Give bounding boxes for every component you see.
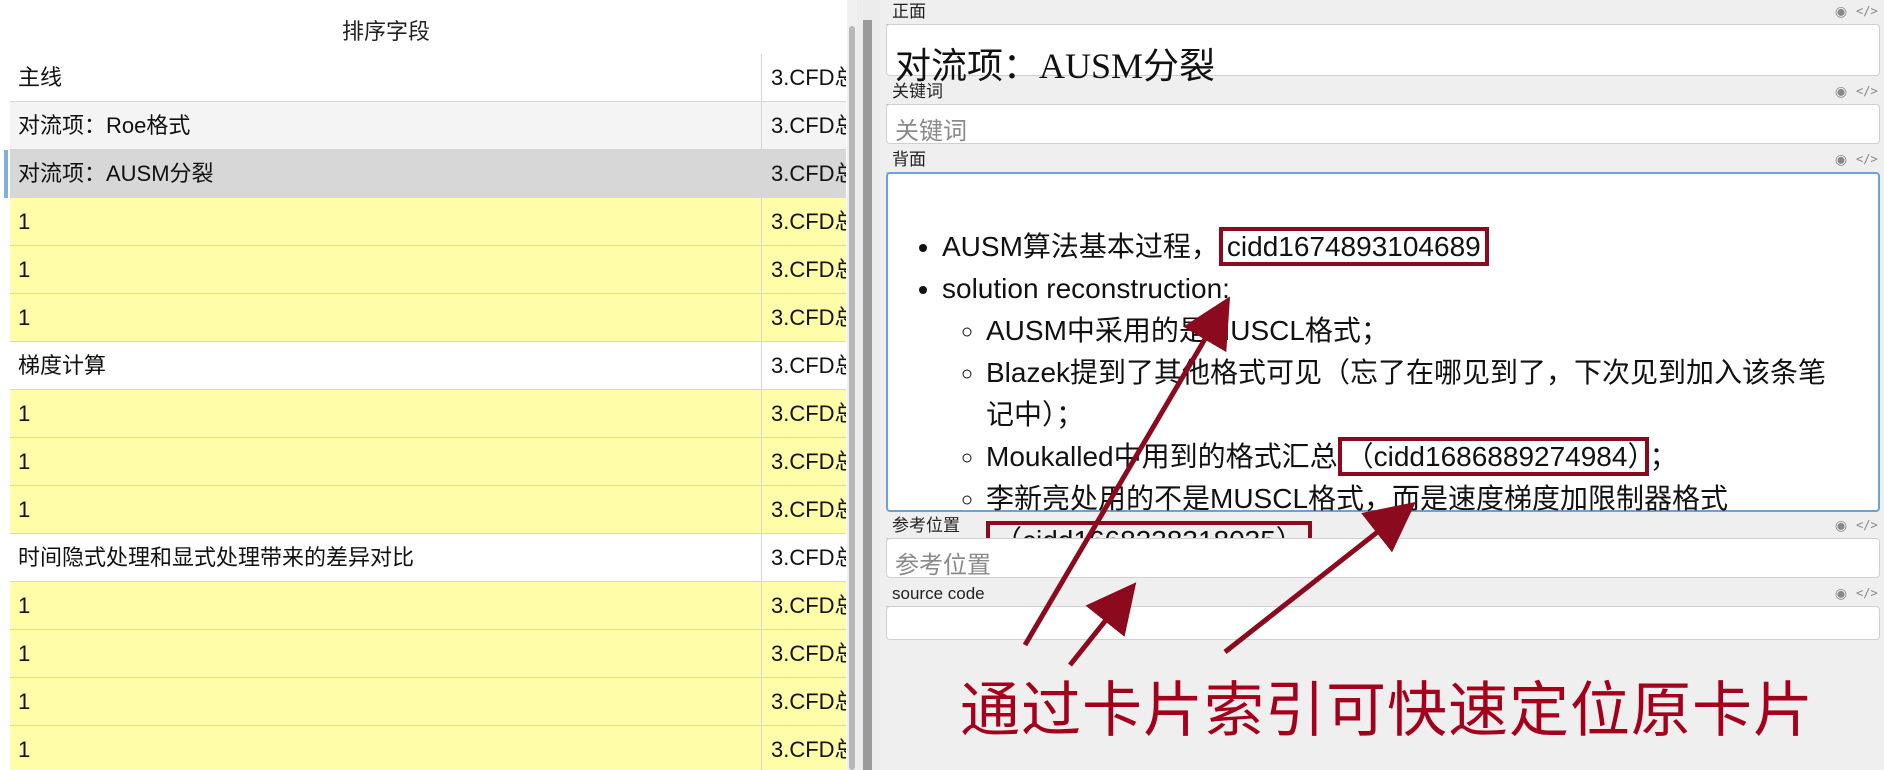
splitter-grip[interactable]: [863, 20, 872, 770]
card-reference-link[interactable]: cidd1674893104689: [1218, 227, 1489, 266]
cell-deck: 3.CFD总: [771, 737, 846, 762]
field-label-front: 正面 ◉ </>: [886, 0, 1878, 25]
cell-sort-field: 主线: [10, 54, 762, 102]
cell-sort-field: 梯度计算: [10, 342, 762, 390]
cell-deck: 3.CFD总: [771, 401, 846, 426]
table-scrollbar[interactable]: [847, 0, 857, 770]
eye-icon[interactable]: ◉: [1832, 517, 1850, 533]
list-item-text: 李新亮处用的不是MUSCL格式，而是速度梯度加限制器格式: [986, 483, 1729, 514]
cell-deck: 3.CFD总: [771, 257, 846, 282]
html-editor-icon[interactable]: </>: [1856, 151, 1878, 167]
sub-list-item: Blazek提到了其他格式可见（忘了在哪见到了，下次见到加入该条笔记中）；: [986, 352, 1852, 436]
cell-deck: 3.CFD总: [771, 545, 846, 570]
cell-sort-field: 1: [10, 582, 762, 630]
annotation-caption: 通过卡片索引可快速定位原卡片: [960, 676, 1814, 746]
field-label-reference: 参考位置 ◉ </>: [886, 514, 1878, 539]
cell-sort-field: 对流项：AUSM分裂: [10, 150, 762, 198]
cell-deck: 3.CFD总: [771, 305, 846, 330]
cell-deck: 3.CFD总: [771, 689, 846, 714]
html-editor-icon[interactable]: </>: [1856, 83, 1878, 99]
list-item-text: ；: [1649, 441, 1678, 472]
sub-list-item: Moukalled中用到的格式汇总（cidd1686889274984）；: [986, 436, 1852, 478]
back-field[interactable]: AUSM算法基本过程，cidd1674893104689 solution re…: [886, 172, 1880, 560]
field-label-source-code: source code ◉ </>: [886, 582, 1878, 607]
cell-sort-field: 1: [10, 294, 762, 342]
table-row[interactable]: 1 3.CFD总: [10, 198, 846, 246]
field-label-back: 背面 ◉ </>: [886, 148, 1878, 173]
table-row[interactable]: 1 3.CFD总: [10, 246, 846, 294]
eye-icon[interactable]: ◉: [1832, 585, 1850, 601]
table-header: 排序字段: [10, 10, 846, 54]
field-name: 关键词: [892, 82, 943, 101]
table-row[interactable]: 1 3.CFD总: [10, 438, 846, 486]
cell-sort-field: 1: [10, 198, 762, 246]
table-row[interactable]: 1 3.CFD总: [10, 678, 846, 726]
field-name: 正面: [892, 2, 926, 21]
column-header-deck[interactable]: [763, 10, 846, 54]
card-reference-link[interactable]: （cidd1686889274984）: [1337, 437, 1650, 476]
table-row[interactable]: 1 3.CFD总: [10, 294, 846, 342]
front-field[interactable]: 对流项：AUSM分裂: [886, 24, 1880, 86]
column-header-sort-field[interactable]: 排序字段: [10, 10, 762, 54]
table-row[interactable]: 时间隐式处理和显式处理带来的差异对比 3.CFD总: [10, 534, 846, 582]
eye-icon[interactable]: ◉: [1832, 3, 1850, 19]
cell-deck: 3.CFD总: [771, 113, 846, 138]
cell-deck: 3.CFD总: [771, 353, 846, 378]
note-editor: 正面 ◉ </> 对流项：AUSM分裂 关键词 ◉ </> 关键词 背面 ◉ <…: [880, 0, 1884, 770]
table-row[interactable]: 1 3.CFD总: [10, 630, 846, 678]
cell-sort-field: 对流项：Roe格式: [10, 102, 762, 150]
list-item: AUSM算法基本过程，cidd1674893104689: [942, 226, 1852, 268]
field-name: 背面: [892, 150, 926, 169]
list-item-text: AUSM算法基本过程，: [942, 231, 1219, 262]
reference-placeholder: 参考位置: [895, 552, 991, 579]
card-browser-table: 排序字段 主线 3.CFD总 对流项：Roe格式 3.CFD总 对流项：AUSM分裂 3.…: [0, 0, 857, 770]
cell-sort-field: 1: [10, 390, 762, 438]
cell-sort-field: 1: [10, 726, 762, 770]
cell-deck: 3.CFD总: [771, 209, 846, 234]
table-row[interactable]: 对流项：AUSM分裂 3.CFD总: [4, 150, 846, 198]
cell-deck: 3.CFD总: [771, 593, 846, 618]
eye-icon[interactable]: ◉: [1832, 83, 1850, 99]
table-row[interactable]: 1 3.CFD总: [10, 582, 846, 630]
list-item-text: Moukalled中用到的格式汇总: [986, 441, 1338, 472]
table-row[interactable]: 1 3.CFD总: [10, 390, 846, 438]
table-row[interactable]: 对流项：Roe格式 3.CFD总: [10, 102, 846, 150]
sub-list-item: AUSM中采用的是MUSCL格式；: [986, 310, 1852, 352]
cell-sort-field: 1: [10, 678, 762, 726]
cell-deck: 3.CFD总: [771, 65, 846, 90]
scrollbar-thumb[interactable]: [849, 26, 855, 770]
cell-sort-field: 时间隐式处理和显式处理带来的差异对比: [10, 534, 762, 582]
html-editor-icon[interactable]: </>: [1856, 3, 1878, 19]
list-item-text: solution reconstruction:: [942, 273, 1230, 304]
cell-sort-field: 1: [10, 630, 762, 678]
html-editor-icon[interactable]: </>: [1856, 517, 1878, 533]
pane-splitter[interactable]: [857, 0, 880, 770]
reference-field[interactable]: 参考位置: [886, 538, 1880, 579]
field-name: source code: [892, 584, 985, 603]
cell-deck: 3.CFD总: [771, 497, 846, 522]
table-row[interactable]: 1 3.CFD总: [10, 486, 846, 534]
cell-sort-field: 1: [10, 438, 762, 486]
html-editor-icon[interactable]: </>: [1856, 585, 1878, 601]
cell-deck: 3.CFD总: [771, 449, 846, 474]
keywords-placeholder: 关键词: [895, 118, 967, 145]
field-label-keywords: 关键词 ◉ </>: [886, 80, 1878, 105]
source-code-field[interactable]: [886, 606, 1880, 640]
eye-icon[interactable]: ◉: [1832, 151, 1850, 167]
back-field-content[interactable]: AUSM算法基本过程，cidd1674893104689 solution re…: [912, 226, 1852, 562]
cell-deck: 3.CFD总: [771, 161, 846, 186]
table-row[interactable]: 1 3.CFD总: [10, 726, 846, 770]
field-name: 参考位置: [892, 516, 960, 535]
cell-deck: 3.CFD总: [771, 641, 846, 666]
cell-sort-field: 1: [10, 486, 762, 534]
bullet-list: AUSM算法基本过程，cidd1674893104689 solution re…: [912, 226, 1852, 562]
cell-sort-field: 1: [10, 246, 762, 294]
table-row[interactable]: 梯度计算 3.CFD总: [10, 342, 846, 390]
table-row[interactable]: 主线 3.CFD总: [10, 54, 846, 102]
table-body: 主线 3.CFD总 对流项：Roe格式 3.CFD总 对流项：AUSM分裂 3.CFD总 1…: [4, 54, 846, 770]
keywords-field[interactable]: 关键词: [886, 104, 1880, 145]
